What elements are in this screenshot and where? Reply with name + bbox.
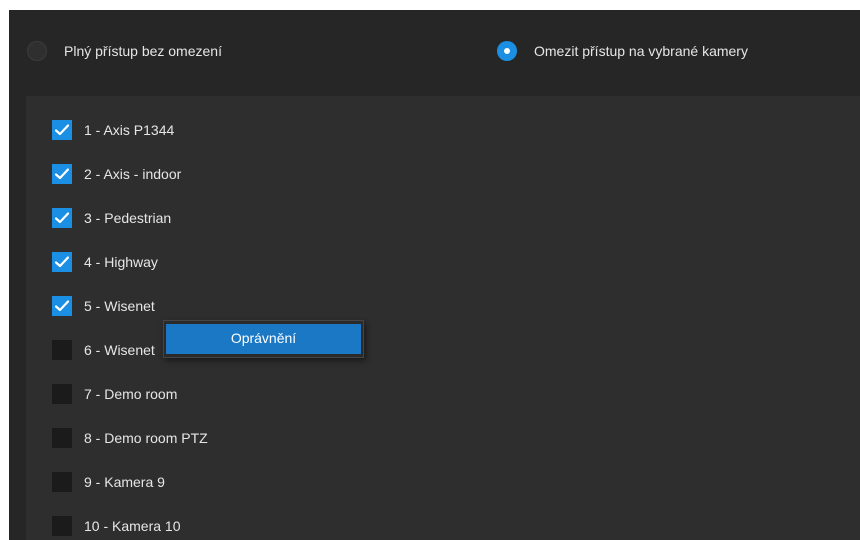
camera-label: 2 - Axis - indoor [84, 166, 182, 182]
camera-label: 1 - Axis P1344 [84, 122, 175, 138]
checkmark-icon [55, 256, 69, 268]
camera-label: 4 - Highway [84, 254, 158, 270]
camera-item[interactable]: 2 - Axis - indoor [52, 164, 208, 208]
camera-label: 7 - Demo room [84, 386, 178, 402]
radio-button-selected-icon[interactable] [497, 41, 517, 61]
radio-button-unselected-icon[interactable] [27, 41, 47, 61]
camera-checkbox[interactable] [52, 164, 72, 184]
radio-restrict-access[interactable]: Omezit přístup na vybrané kamery [497, 40, 748, 62]
access-mode-group: Plný přístup bez omezení Omezit přístup … [9, 10, 860, 94]
camera-item[interactable]: 3 - Pedestrian [52, 208, 208, 252]
camera-label: 9 - Kamera 9 [84, 474, 165, 490]
camera-access-window: Plný přístup bez omezení Omezit přístup … [9, 10, 860, 540]
camera-checkbox[interactable] [52, 120, 72, 140]
camera-checkbox[interactable] [52, 516, 72, 536]
camera-checkbox[interactable] [52, 472, 72, 492]
camera-checkbox[interactable] [52, 296, 72, 316]
camera-list-panel: 1 - Axis P1344 2 - Axis - indoor 3 - Ped… [26, 96, 860, 540]
camera-item[interactable]: 10 - Kamera 10 [52, 516, 208, 540]
camera-item[interactable]: 8 - Demo room PTZ [52, 428, 208, 472]
camera-label: 6 - Wisenet [84, 342, 155, 358]
camera-checkbox[interactable] [52, 252, 72, 272]
camera-label: 10 - Kamera 10 [84, 518, 181, 534]
checkmark-icon [55, 168, 69, 180]
checkmark-icon [55, 212, 69, 224]
camera-checkbox[interactable] [52, 428, 72, 448]
camera-checkbox[interactable] [52, 340, 72, 360]
context-menu-item-permissions[interactable]: Oprávnění [166, 324, 361, 354]
camera-item[interactable]: 4 - Highway [52, 252, 208, 296]
camera-item[interactable]: 1 - Axis P1344 [52, 120, 208, 164]
camera-checkbox[interactable] [52, 208, 72, 228]
camera-label: 8 - Demo room PTZ [84, 430, 208, 446]
camera-item[interactable]: 9 - Kamera 9 [52, 472, 208, 516]
radio-full-access-label: Plný přístup bez omezení [64, 43, 222, 59]
camera-checkbox[interactable] [52, 384, 72, 404]
context-menu: Oprávnění [163, 320, 364, 358]
camera-label: 5 - Wisenet [84, 298, 155, 314]
camera-item[interactable]: 7 - Demo room [52, 384, 208, 428]
checkmark-icon [55, 124, 69, 136]
checkmark-icon [55, 300, 69, 312]
radio-full-access[interactable]: Plný přístup bez omezení [27, 40, 222, 62]
radio-restrict-access-label: Omezit přístup na vybrané kamery [534, 43, 748, 59]
camera-label: 3 - Pedestrian [84, 210, 172, 226]
